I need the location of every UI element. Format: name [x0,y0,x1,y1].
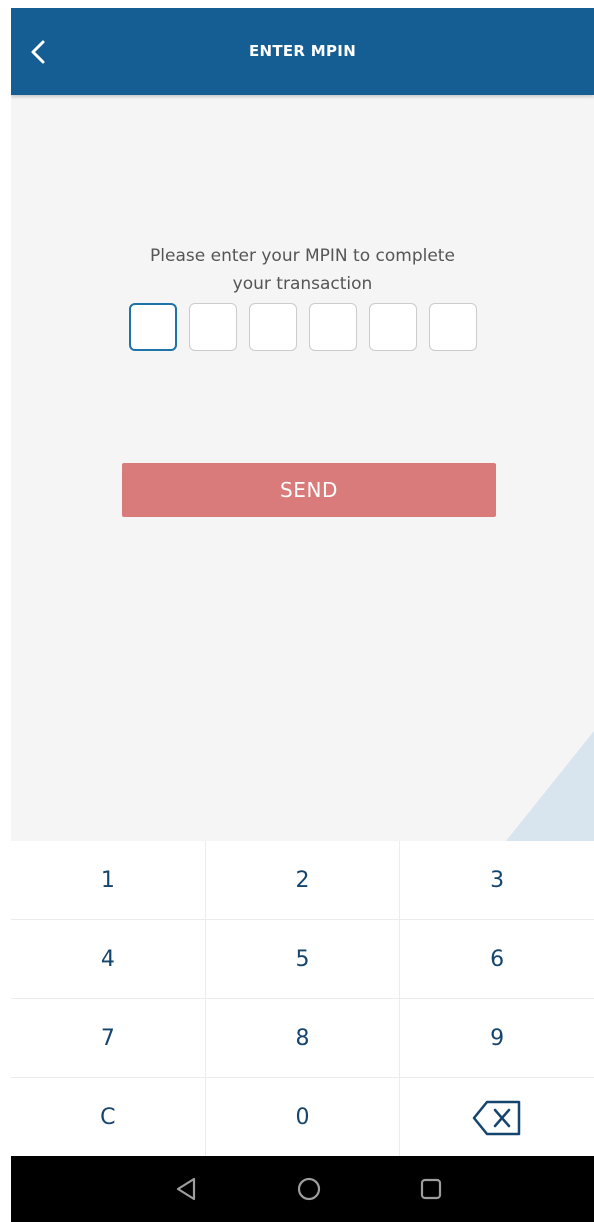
keypad-row-3: 7 8 9 [11,999,594,1078]
back-triangle-icon [176,1177,196,1201]
send-button[interactable]: SEND [122,463,496,517]
key-1[interactable]: 1 [11,841,206,919]
page-title: ENTER MPIN [248,42,357,60]
mpin-digit-5[interactable] [369,303,417,351]
key-9[interactable]: 9 [400,999,594,1077]
key-6[interactable]: 6 [400,920,594,998]
prompt-line-2: your transaction [232,274,373,294]
mpin-digit-6[interactable] [429,303,477,351]
app-bar: ENTER MPIN [11,8,594,95]
system-recents-button[interactable] [416,1174,446,1204]
numeric-keypad: 1 2 3 4 5 6 7 8 9 C 0 [11,841,594,1157]
key-0[interactable]: 0 [206,1078,401,1157]
mpin-input-row [129,303,477,351]
system-home-button[interactable] [294,1174,324,1204]
mpin-digit-1[interactable] [129,303,177,351]
mpin-prompt: Please enter your MPIN to complete your … [11,242,594,298]
key-5[interactable]: 5 [206,920,401,998]
backspace-icon [472,1100,521,1135]
keypad-row-1: 1 2 3 [11,841,594,920]
key-4[interactable]: 4 [11,920,206,998]
key-clear[interactable]: C [11,1078,206,1157]
key-3[interactable]: 3 [400,841,594,919]
key-backspace[interactable] [400,1078,594,1157]
keypad-row-2: 4 5 6 [11,920,594,999]
mpin-screen: ENTER MPIN Please enter your MPIN to com… [11,8,594,1222]
decorative-corner-shape [506,731,594,841]
mpin-digit-2[interactable] [189,303,237,351]
keypad-row-4: C 0 [11,1078,594,1157]
key-8[interactable]: 8 [206,999,401,1077]
prompt-line-1: Please enter your MPIN to complete [150,246,455,266]
key-7[interactable]: 7 [11,999,206,1077]
key-2[interactable]: 2 [206,841,401,919]
recents-square-icon [420,1178,442,1200]
system-back-button[interactable] [172,1174,202,1204]
mpin-digit-3[interactable] [249,303,297,351]
system-nav-bar [11,1156,594,1222]
home-circle-icon [297,1177,321,1201]
main-content: Please enter your MPIN to complete your … [11,95,594,841]
mpin-digit-4[interactable] [309,303,357,351]
